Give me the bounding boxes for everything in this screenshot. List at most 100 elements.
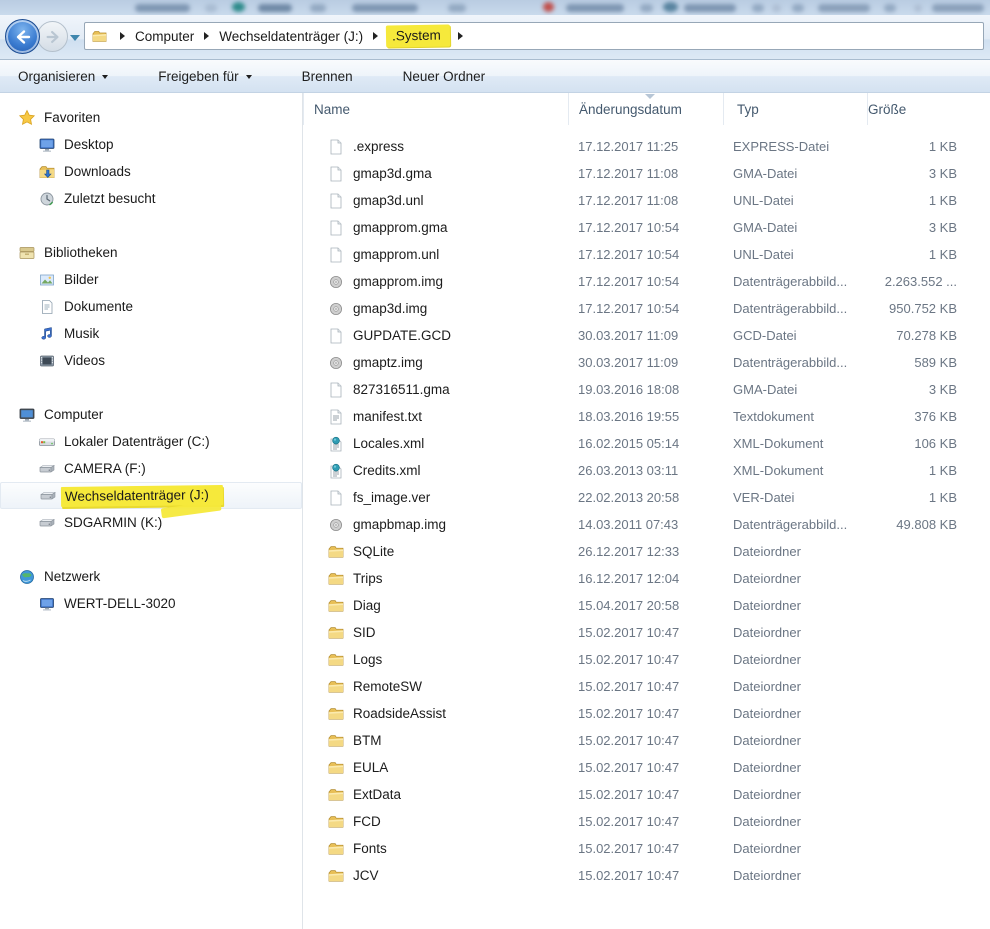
file-row[interactable]: Logs15.02.2017 10:47Dateiordner [303, 646, 990, 673]
file-row[interactable]: Diag15.04.2017 20:58Dateiordner [303, 592, 990, 619]
sidebar-item[interactable]: SDGARMIN (K:) [0, 509, 302, 536]
sidebar-group-favoriten[interactable]: Favoriten [0, 104, 302, 131]
sidebar-group-label: Bibliotheken [44, 245, 118, 260]
sidebar-item[interactable]: Downloads [0, 158, 302, 185]
file-row[interactable]: RoadsideAssist15.02.2017 10:47Dateiordne… [303, 700, 990, 727]
sidebar-item[interactable]: Dokumente [0, 293, 302, 320]
file-row[interactable]: gmapprom.gma17.12.2017 10:54GMA-Datei3 K… [303, 214, 990, 241]
sidebar-group-netzwerk[interactable]: Netzwerk [0, 563, 302, 590]
file-row[interactable]: gmap3d.gma17.12.2017 11:08GMA-Datei3 KB [303, 160, 990, 187]
file-row[interactable]: Locales.xml16.02.2015 05:14XML-Dokument1… [303, 430, 990, 457]
column-header-größe[interactable]: Größe [868, 93, 980, 125]
file-type: XML-Dokument [723, 463, 868, 478]
breadcrumb-arrow-icon[interactable] [373, 32, 378, 40]
column-header-label: Name [314, 102, 350, 117]
sidebar-item[interactable]: Videos [0, 347, 302, 374]
recent-pages-dropdown-icon[interactable] [70, 35, 80, 41]
breadcrumb-arrow-icon[interactable] [458, 32, 463, 40]
file-name: RoadsideAssist [353, 706, 446, 721]
file-row[interactable]: Credits.xml26.03.2013 03:11XML-Dokument1… [303, 457, 990, 484]
file-row[interactable]: gmapprom.img17.12.2017 10:54Datenträgera… [303, 268, 990, 295]
sidebar-item[interactable]: CAMERA (F:) [0, 455, 302, 482]
file-icon [328, 328, 344, 344]
toolbar-button[interactable]: Neuer Ordner [393, 63, 496, 90]
toolbar-button[interactable]: Freigeben für [148, 63, 261, 90]
disc-icon [328, 301, 344, 317]
sidebar-item[interactable]: Zuletzt besucht [0, 185, 302, 212]
file-name-cell: Locales.xml [303, 436, 568, 452]
breadcrumb-arrow-icon[interactable] [204, 32, 209, 40]
sidebar-group-computer[interactable]: Computer [0, 401, 302, 428]
file-row[interactable]: gmapprom.unl17.12.2017 10:54UNL-Datei1 K… [303, 241, 990, 268]
file-type: UNL-Datei [723, 247, 868, 262]
sidebar-item-label: Musik [64, 326, 99, 341]
blurred-tab-blob [566, 4, 624, 12]
file-date: 26.03.2013 03:11 [568, 463, 723, 478]
file-row[interactable]: gmap3d.unl17.12.2017 11:08UNL-Datei1 KB [303, 187, 990, 214]
file-name-cell: Fonts [303, 841, 568, 857]
breadcrumb-arrow-icon[interactable] [120, 32, 125, 40]
toolbar-button[interactable]: Brennen [292, 63, 363, 90]
file-row[interactable]: gmap3d.img17.12.2017 10:54Datenträgerabb… [303, 295, 990, 322]
blurred-tab-blob [258, 4, 292, 12]
file-row[interactable]: manifest.txt18.03.2016 19:55Textdokument… [303, 403, 990, 430]
file-row[interactable]: gmapbmap.img14.03.2011 07:43Datenträgera… [303, 511, 990, 538]
sort-descending-icon [645, 94, 655, 99]
sidebar-group-bibliotheken[interactable]: Bibliotheken [0, 239, 302, 266]
sidebar-item-label: Videos [64, 353, 105, 368]
sidebar-item[interactable]: WERT-DELL-3020 [0, 590, 302, 617]
file-row[interactable]: 827316511.gma19.03.2016 18:08GMA-Datei3 … [303, 376, 990, 403]
file-row[interactable]: RemoteSW15.02.2017 10:47Dateiordner [303, 673, 990, 700]
xml-file-icon [328, 463, 344, 479]
breadcrumb-item[interactable]: Computer [133, 26, 196, 47]
file-row[interactable]: SQLite26.12.2017 12:33Dateiordner [303, 538, 990, 565]
back-button[interactable] [5, 19, 40, 54]
file-list-pane: NameÄnderungsdatumTypGröße .express17.12… [303, 93, 990, 929]
file-date: 15.02.2017 10:47 [568, 733, 723, 748]
chevron-down-icon [246, 75, 252, 79]
breadcrumb-item[interactable]: Wechseldatenträger (J:) [217, 26, 365, 47]
sidebar-item[interactable]: Bilder [0, 266, 302, 293]
sidebar-item[interactable]: Wechseldatenträger (J:) [0, 482, 302, 509]
column-header-typ[interactable]: Typ [723, 93, 868, 125]
file-row[interactable]: Fonts15.02.2017 10:47Dateiordner [303, 835, 990, 862]
file-name: .express [353, 139, 404, 154]
file-name-cell: EULA [303, 760, 568, 776]
file-name-cell: ExtData [303, 787, 568, 803]
file-row[interactable]: SID15.02.2017 10:47Dateiordner [303, 619, 990, 646]
folder-icon [328, 571, 344, 587]
blurred-tab-blob [792, 4, 804, 12]
file-row[interactable]: GUPDATE.GCD30.03.2017 11:09GCD-Datei70.2… [303, 322, 990, 349]
drive-icon [38, 460, 56, 478]
file-date: 15.02.2017 10:47 [568, 679, 723, 694]
toolbar-button[interactable]: Organisieren [8, 63, 118, 90]
file-date: 17.12.2017 11:08 [568, 193, 723, 208]
file-row[interactable]: EULA15.02.2017 10:47Dateiordner [303, 754, 990, 781]
sidebar-item-label: WERT-DELL-3020 [64, 596, 176, 611]
file-type: Dateiordner [723, 652, 868, 667]
file-date: 17.12.2017 10:54 [568, 301, 723, 316]
file-name-cell: gmaptz.img [303, 355, 568, 371]
file-row[interactable]: Trips16.12.2017 12:04Dateiordner [303, 565, 990, 592]
file-type: Dateiordner [723, 598, 868, 613]
file-name: gmapprom.unl [353, 247, 439, 262]
column-header-name[interactable]: Name [303, 93, 568, 125]
file-type: EXPRESS-Datei [723, 139, 868, 154]
file-row[interactable]: ExtData15.02.2017 10:47Dateiordner [303, 781, 990, 808]
breadcrumb-item[interactable]: .System [386, 24, 450, 47]
sidebar-item[interactable]: Desktop [0, 131, 302, 158]
folder-icon [91, 29, 108, 44]
file-row[interactable]: FCD15.02.2017 10:47Dateiordner [303, 808, 990, 835]
forward-button[interactable] [37, 21, 68, 52]
file-name: Locales.xml [353, 436, 424, 451]
file-row[interactable]: gmaptz.img30.03.2017 11:09Datenträgerabb… [303, 349, 990, 376]
file-row[interactable]: .express17.12.2017 11:25EXPRESS-Datei1 K… [303, 133, 990, 160]
file-row[interactable]: fs_image.ver22.02.2013 20:58VER-Datei1 K… [303, 484, 990, 511]
file-size: 1 KB [868, 139, 980, 154]
file-row[interactable]: BTM15.02.2017 10:47Dateiordner [303, 727, 990, 754]
address-bar[interactable]: Computer Wechseldatenträger (J:) .System [84, 22, 984, 50]
explorer-window: Computer Wechseldatenträger (J:) .System O… [0, 0, 990, 929]
sidebar-item[interactable]: Musik [0, 320, 302, 347]
sidebar-item[interactable]: Lokaler Datenträger (C:) [0, 428, 302, 455]
file-row[interactable]: JCV15.02.2017 10:47Dateiordner [303, 862, 990, 889]
